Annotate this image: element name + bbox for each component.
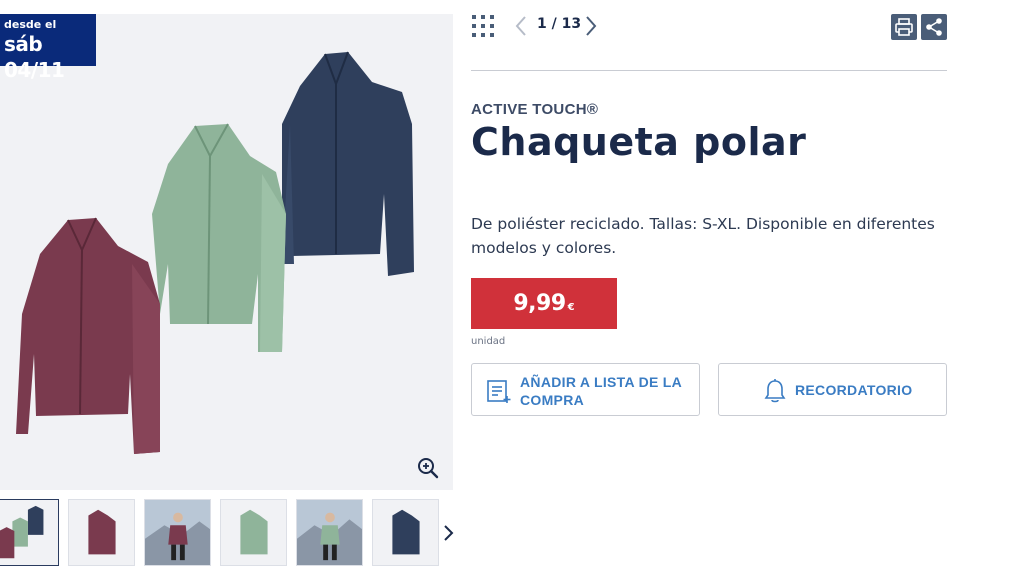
reminder-label: RECORDATORIO [795,382,913,398]
thumbnail-5[interactable] [296,499,363,566]
price-unit: unidad [471,336,506,347]
bell-icon [764,379,786,403]
grid-icon[interactable] [471,14,495,38]
pager-toolbar: 1 / 13 [471,12,947,42]
zoom-in-icon[interactable] [414,454,442,482]
product-description: De poliéster reciclado. Tallas: S-XL. Di… [471,215,935,257]
badge-prefix: desde el [4,18,57,31]
chevron-right-icon[interactable] [583,14,599,38]
thumbnail-1[interactable] [0,499,59,566]
chevron-right-icon[interactable] [442,522,456,544]
jacket-navy [282,51,414,276]
add-to-list-button[interactable]: AÑADIR A LISTA DE LA COMPRA [471,363,700,416]
thumbnail-3[interactable] [144,499,211,566]
product-title: Chaqueta polar [471,120,807,164]
print-icon[interactable] [891,14,917,40]
share-icon[interactable] [921,14,947,40]
badge-date: sáb 04/11 [4,32,65,82]
jacket-burgundy [16,217,160,454]
product-gallery: desde el sáb 04/11 [0,14,453,490]
price-currency: € [567,302,575,313]
reminder-button[interactable]: RECORDATORIO [718,363,947,416]
thumbnail-4[interactable] [220,499,287,566]
thumbnail-2[interactable] [68,499,135,566]
date-badge: desde el sáb 04/11 [0,14,96,82]
jacket-green [152,123,286,352]
add-to-list-label: AÑADIR A LISTA DE LA COMPRA [520,374,682,408]
product-main-image[interactable] [0,14,453,490]
divider [471,70,947,71]
price-box: 9,99 € [471,278,617,329]
thumbnail-strip [0,499,460,567]
price-amount: 9,99 [513,291,566,316]
chevron-left-icon[interactable] [513,14,529,38]
thumbnail-6[interactable] [372,499,439,566]
product-brand: ACTIVE TOUCH® [471,101,599,118]
page-count: 1 / 13 [537,16,582,32]
list-add-icon [487,380,511,403]
